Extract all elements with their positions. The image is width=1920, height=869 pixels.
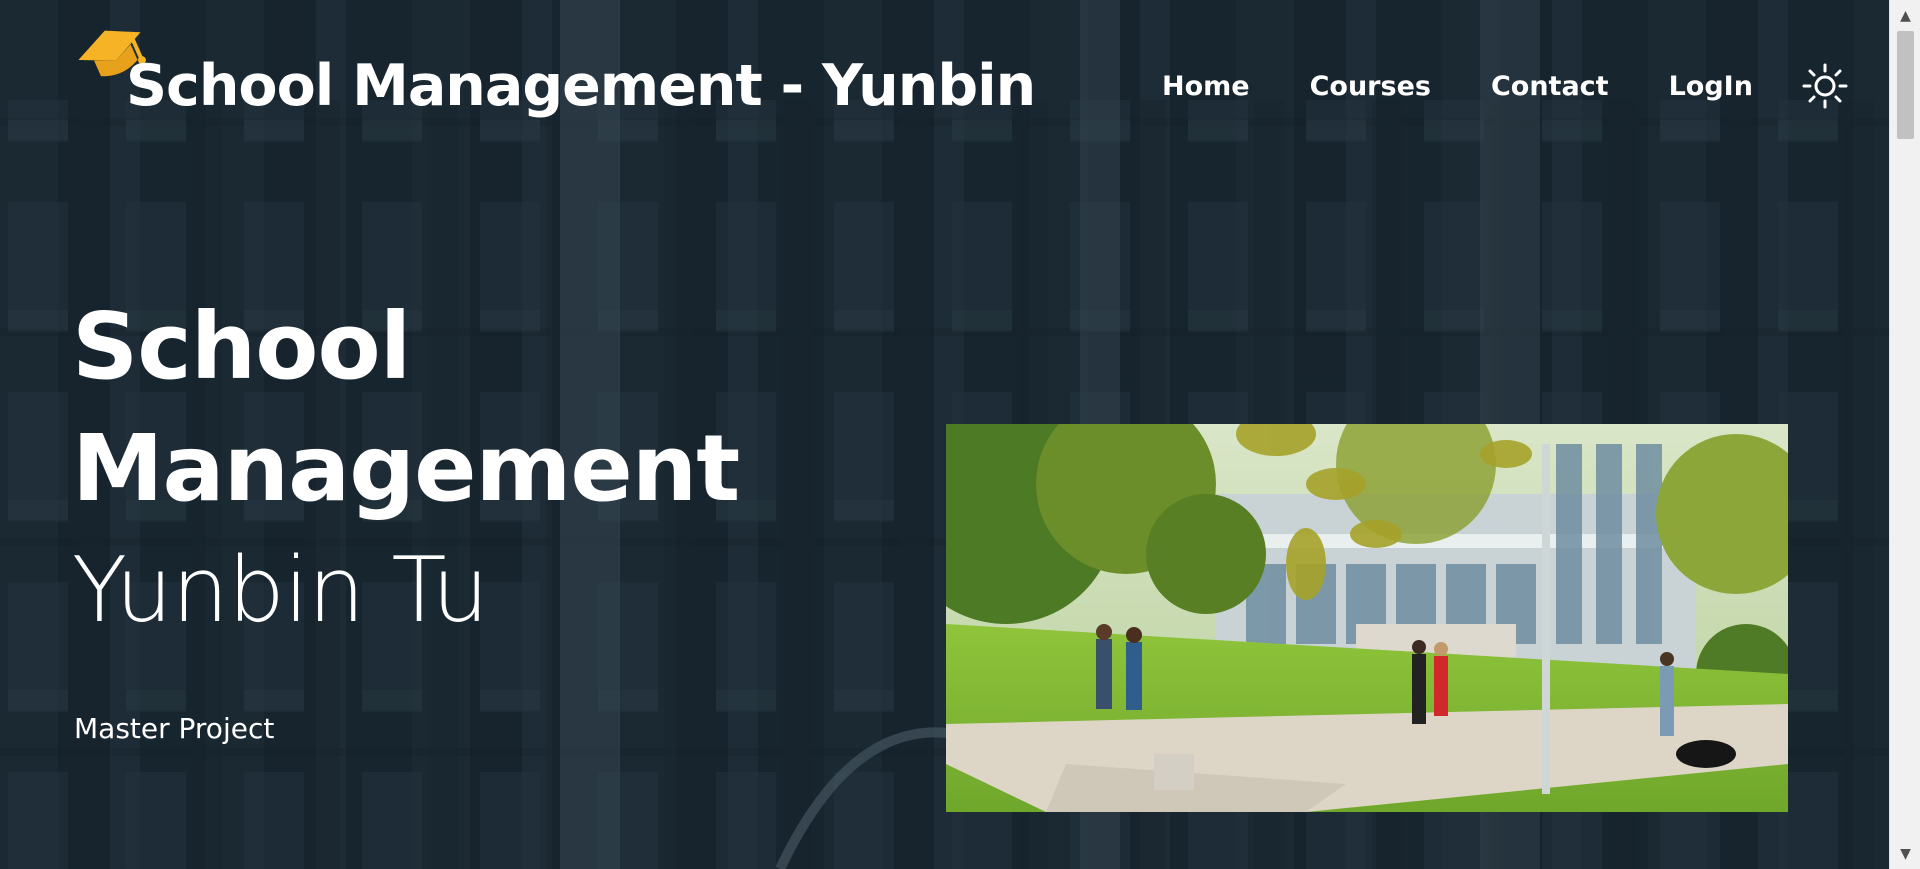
scrollbar-thumb[interactable] xyxy=(1897,31,1914,139)
page-scrollbar[interactable]: ▲ ▼ xyxy=(1889,0,1920,869)
campus-photo xyxy=(946,424,1788,812)
scroll-down-arrow-icon[interactable]: ▼ xyxy=(1890,838,1920,869)
hero-section: School Management - Yunbin Home Courses … xyxy=(0,0,1889,869)
scroll-up-arrow-icon[interactable]: ▲ xyxy=(1890,0,1920,31)
hero-title-line-2: Management xyxy=(72,415,740,522)
nav-login-link[interactable]: LogIn xyxy=(1669,71,1753,102)
main-nav: Home Courses Contact LogIn xyxy=(1162,62,1849,110)
nav-home-link[interactable]: Home xyxy=(1162,71,1250,102)
nav-courses-link[interactable]: Courses xyxy=(1310,71,1431,102)
theme-toggle-button[interactable] xyxy=(1801,62,1849,110)
hero-title-line-1: School xyxy=(72,293,411,400)
hero-title: School Management xyxy=(72,286,740,530)
hero-caption: Master Project xyxy=(74,712,275,745)
site-title[interactable]: School Management - Yunbin xyxy=(126,48,1036,124)
nav-contact-link[interactable]: Contact xyxy=(1491,71,1609,102)
hero-subtitle: Yunbin Tu xyxy=(72,538,489,643)
sun-icon xyxy=(1802,63,1848,109)
